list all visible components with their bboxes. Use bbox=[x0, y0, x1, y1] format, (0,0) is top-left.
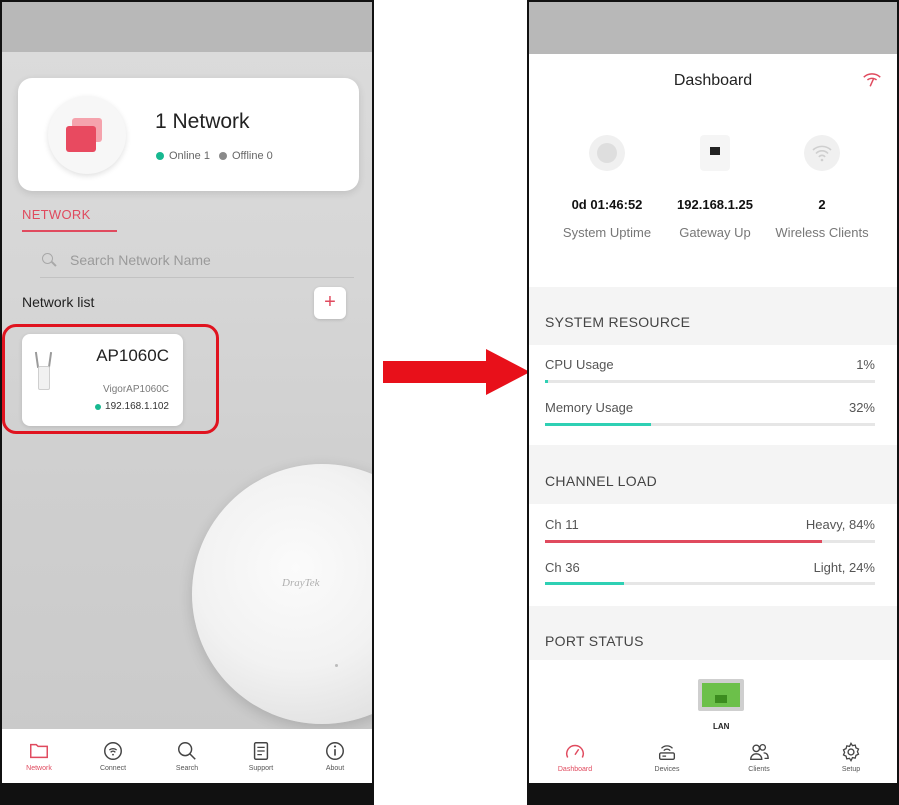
right-phone-screen: Dashboard 0d 01:46:52 System Uptime 192.… bbox=[527, 0, 899, 805]
nav-connect[interactable]: Connect bbox=[83, 740, 143, 772]
device-model: VigorAP1060C bbox=[103, 384, 169, 395]
stat-label: Wireless Clients bbox=[775, 225, 869, 240]
ch36-value: Light, 24% bbox=[813, 560, 875, 575]
product-led bbox=[335, 664, 338, 667]
nav-clients[interactable]: Clients bbox=[729, 741, 789, 773]
nav-label: About bbox=[325, 765, 345, 772]
access-point-icon bbox=[34, 351, 52, 390]
cpu-usage-label: CPU Usage bbox=[545, 357, 614, 372]
stat-value: 0d 01:46:52 bbox=[571, 197, 643, 212]
arrow-right-icon bbox=[383, 349, 530, 395]
ch11-label: Ch 11 bbox=[545, 517, 579, 532]
product-photo bbox=[192, 464, 372, 724]
network-logo-icon bbox=[48, 96, 126, 174]
search-bar bbox=[40, 242, 354, 278]
stat-value: 192.168.1.25 bbox=[677, 197, 753, 212]
memory-usage-label: Memory Usage bbox=[545, 400, 634, 415]
nav-label: Connect bbox=[99, 765, 127, 772]
ch36-bar-fill bbox=[545, 582, 625, 585]
ch36-bar bbox=[545, 582, 875, 585]
stat-gateway: 192.168.1.25 Gateway Up bbox=[660, 135, 770, 241]
nav-label: Search bbox=[175, 765, 199, 772]
folder-icon bbox=[30, 743, 48, 759]
bottom-nav: Dashboard Devices Clients Setup bbox=[529, 731, 897, 783]
nav-support[interactable]: Support bbox=[231, 740, 291, 772]
stat-label: Gateway Up bbox=[679, 225, 751, 240]
ethernet-icon bbox=[700, 135, 730, 171]
stat-value: 2 bbox=[818, 197, 826, 212]
search-network-input[interactable] bbox=[70, 251, 330, 268]
ch11-value: Heavy, 84% bbox=[805, 517, 875, 532]
connect-icon bbox=[104, 742, 122, 760]
cpu-usage-bar-fill bbox=[545, 380, 549, 383]
stat-label: System Uptime bbox=[562, 225, 652, 240]
network-list-label: Network list bbox=[22, 294, 95, 310]
gear-icon bbox=[842, 741, 860, 763]
network-status-row: Online 1 Offline 0 bbox=[156, 150, 273, 162]
device-online-dot-icon bbox=[95, 403, 102, 410]
stat-wireless-clients: 2 Wireless Clients bbox=[767, 135, 877, 241]
document-icon bbox=[253, 742, 269, 760]
cpu-usage-value: 1% bbox=[856, 357, 875, 372]
nav-search[interactable]: Search bbox=[157, 740, 217, 772]
router-icon bbox=[658, 745, 676, 761]
search-icon bbox=[40, 251, 58, 269]
nav-devices[interactable]: Devices bbox=[637, 741, 697, 773]
bottom-nav: Network Connect Search Support About bbox=[2, 729, 372, 783]
status-bar bbox=[2, 2, 372, 52]
device-name: AP1060C bbox=[96, 346, 169, 365]
nav-about[interactable]: About bbox=[305, 740, 365, 772]
globe-icon bbox=[589, 135, 625, 171]
nav-label: Network bbox=[26, 765, 52, 772]
cpu-usage-bar bbox=[545, 380, 875, 383]
lan-port-label: LAN bbox=[713, 722, 730, 731]
system-nav-bar bbox=[529, 783, 897, 803]
nav-dashboard[interactable]: Dashboard bbox=[545, 741, 605, 773]
memory-usage-bar-fill bbox=[545, 423, 651, 426]
online-count: Online 1 bbox=[169, 150, 210, 162]
product-brand-logo: DrayTek bbox=[282, 577, 320, 589]
device-ip-row: 192.168.1.102 bbox=[95, 401, 169, 412]
speedometer-icon bbox=[566, 744, 584, 758]
section-channel-load: CHANNEL LOAD bbox=[545, 473, 657, 489]
users-icon bbox=[750, 744, 769, 761]
device-card-ap1060c[interactable]: AP1060C VigorAP1060C 192.168.1.102 bbox=[22, 334, 183, 426]
stat-system-uptime: 0d 01:46:52 System Uptime bbox=[552, 135, 662, 241]
nav-network[interactable]: Network bbox=[9, 740, 69, 772]
nav-label: Devices bbox=[654, 766, 680, 773]
status-bar bbox=[529, 2, 897, 54]
wifi-icon bbox=[804, 135, 840, 171]
info-icon bbox=[326, 742, 344, 760]
nav-label: Support bbox=[248, 765, 274, 772]
add-network-button[interactable]: + bbox=[314, 287, 346, 319]
tab-network[interactable]: NETWORK bbox=[22, 207, 91, 222]
online-dot-icon bbox=[156, 152, 164, 160]
network-summary-card[interactable]: 1 Network Online 1 Offline 0 bbox=[18, 78, 359, 191]
tab-underline bbox=[22, 230, 117, 232]
search-icon bbox=[178, 742, 196, 760]
nav-label: Dashboard bbox=[557, 766, 593, 773]
nav-setup[interactable]: Setup bbox=[821, 741, 881, 773]
nav-label: Setup bbox=[841, 766, 861, 773]
left-phone-screen: 1 Network Online 1 Offline 0 NETWORK Net… bbox=[0, 0, 374, 805]
wifi-status-icon[interactable] bbox=[861, 68, 883, 90]
lan-port-icon[interactable] bbox=[698, 679, 744, 711]
ch11-bar-fill bbox=[545, 540, 823, 543]
page-title: Dashboard bbox=[673, 72, 753, 89]
memory-usage-value: 32% bbox=[848, 400, 875, 415]
ch11-bar bbox=[545, 540, 875, 543]
section-port-status: PORT STATUS bbox=[545, 633, 644, 649]
network-count-title: 1 Network bbox=[155, 110, 250, 133]
ch36-label: Ch 36 bbox=[545, 560, 580, 575]
offline-count: Offline 0 bbox=[231, 150, 273, 162]
memory-usage-bar bbox=[545, 423, 875, 426]
device-ip: 192.168.1.102 bbox=[105, 401, 169, 412]
system-nav-bar bbox=[2, 783, 372, 803]
offline-dot-icon bbox=[218, 152, 227, 160]
section-system-resource: SYSTEM RESOURCE bbox=[545, 314, 691, 330]
nav-label: Clients bbox=[748, 766, 770, 773]
